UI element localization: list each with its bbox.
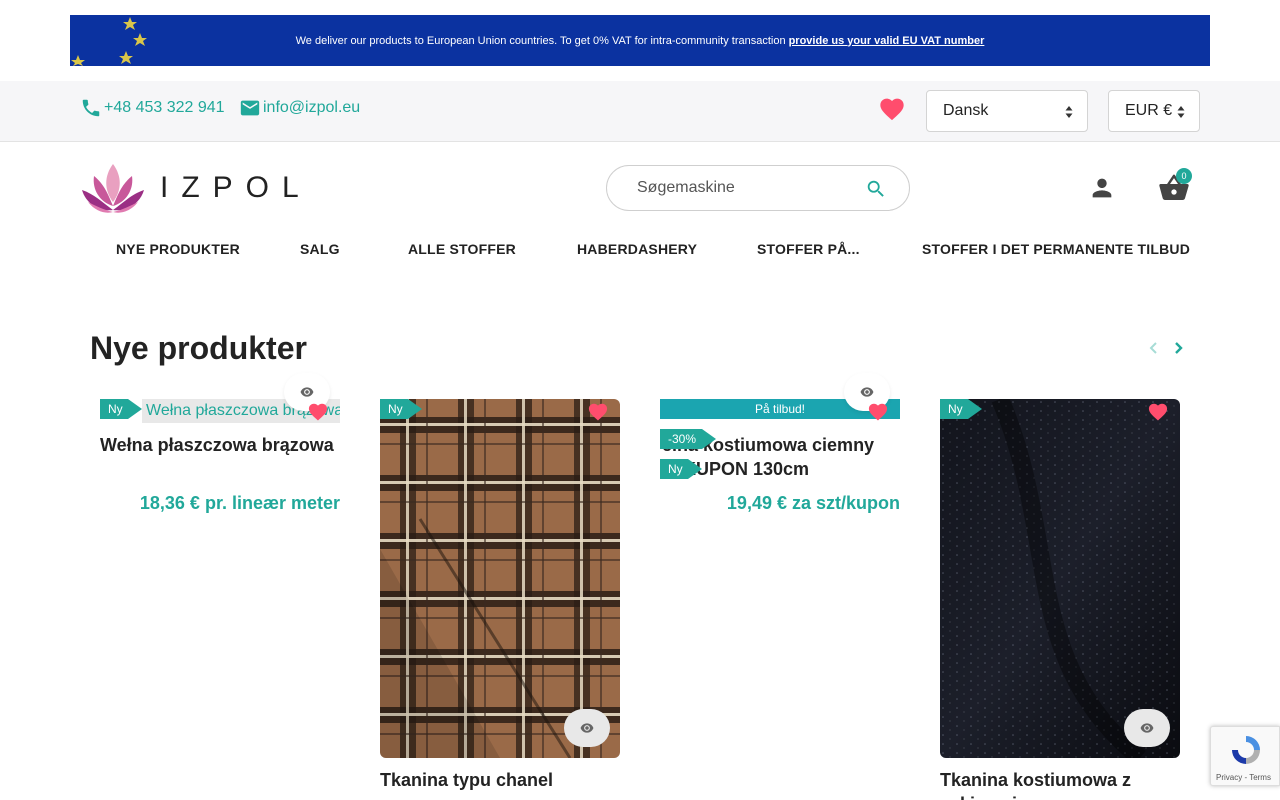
- eye-icon: [580, 723, 594, 733]
- product-title[interactable]: Wełna płaszczowa brązowa: [100, 433, 350, 457]
- chevron-right-icon: [1175, 342, 1183, 354]
- eye-icon: [300, 387, 314, 397]
- discount-badge: -30%: [660, 429, 716, 449]
- menu-item-all-fabrics[interactable]: ALLE STOFFER: [408, 241, 516, 257]
- lotus-logo-icon: [82, 164, 144, 213]
- heart-icon: [880, 98, 904, 121]
- language-value: Dansk: [943, 102, 989, 119]
- phone-number: +48 453 322 941: [104, 99, 225, 116]
- currency-select[interactable]: EUR €: [1108, 90, 1200, 132]
- add-to-wishlist-button[interactable]: [307, 401, 329, 426]
- chevron-left-icon: [1149, 342, 1157, 354]
- product-title[interactable]: Tkanina kostiumowa z cekinami czarna: [940, 768, 1190, 800]
- contact-bar: +48 453 322 941 info@izpol.eu Dansk EUR …: [0, 81, 1280, 142]
- black-sequin-fabric-image: [940, 399, 1180, 758]
- quick-view-button[interactable]: [1124, 709, 1170, 747]
- new-badge: Ny: [380, 399, 422, 419]
- section-title: Nye produkter: [90, 330, 307, 366]
- site-logo[interactable]: IZPOL: [80, 162, 312, 214]
- user-icon: [1092, 178, 1112, 198]
- cart-button[interactable]: 0: [1157, 168, 1192, 209]
- product-price: 19,49 € za szt/kupon: [726, 493, 900, 513]
- recaptcha-links[interactable]: Privacy - Terms: [1216, 773, 1271, 782]
- phone-contact[interactable]: +48 453 322 941: [80, 97, 225, 119]
- plaid-fabric-image: [380, 399, 620, 758]
- new-badge: Ny: [100, 399, 142, 419]
- search-icon: [867, 180, 884, 197]
- menu-item-haberdashery[interactable]: HABERDASHERY: [577, 241, 697, 257]
- select-arrows-icon: [1065, 106, 1073, 118]
- heart-icon: [868, 403, 888, 421]
- menu-item-permanent-offer[interactable]: STOFFER I DET PERMANENTE TILBUD: [922, 241, 1190, 257]
- heart-icon: [308, 403, 328, 421]
- carousel-prev-button[interactable]: [1146, 340, 1162, 361]
- product-title[interactable]: Tkanina typu chanel: [380, 768, 630, 792]
- eye-icon: [1140, 723, 1154, 733]
- menu-item-new-products[interactable]: NYE PRODUKTER: [116, 241, 240, 257]
- menu-item-sale[interactable]: SALG: [300, 241, 340, 257]
- eu-stars-icon: [71, 17, 147, 66]
- heart-icon: [1148, 403, 1168, 421]
- select-arrows-icon: [1177, 106, 1185, 118]
- wishlist-button[interactable]: [878, 95, 906, 126]
- recaptcha-icon: [1232, 736, 1260, 764]
- add-to-wishlist-button[interactable]: [1147, 401, 1169, 426]
- product-image[interactable]: [380, 399, 620, 758]
- vat-number-link[interactable]: provide us your valid EU VAT number: [789, 35, 985, 47]
- new-badge: Ny: [660, 459, 702, 479]
- language-select[interactable]: Dansk: [926, 90, 1088, 132]
- currency-value: EUR €: [1125, 102, 1173, 119]
- add-to-wishlist-button[interactable]: [867, 401, 889, 426]
- search-box: [606, 165, 910, 211]
- email-address: info@izpol.eu: [263, 99, 361, 116]
- add-to-wishlist-button[interactable]: [587, 401, 609, 426]
- email-contact[interactable]: info@izpol.eu: [239, 97, 360, 119]
- quick-view-button[interactable]: [564, 709, 610, 747]
- phone-icon: [82, 99, 100, 117]
- menu-item-fabrics-on[interactable]: STOFFER PÅ...: [757, 241, 860, 257]
- product-image[interactable]: [940, 399, 1180, 758]
- main-menu: NYE PRODUKTER SALG ALLE STOFFER HABERDAS…: [0, 241, 1280, 259]
- new-badge: Ny: [940, 399, 982, 419]
- heart-icon: [588, 403, 608, 421]
- cart-count-badge: 0: [1176, 168, 1192, 184]
- carousel-next-button[interactable]: [1170, 340, 1186, 361]
- search-button[interactable]: [865, 178, 887, 205]
- mail-icon: [240, 100, 260, 116]
- eye-icon: [860, 387, 874, 397]
- recaptcha-badge[interactable]: Privacy - Terms: [1210, 726, 1280, 786]
- eu-vat-banner: We deliver our products to European Unio…: [70, 15, 1210, 66]
- search-input[interactable]: [637, 179, 857, 197]
- product-price: 18,36 € pr. lineær meter: [139, 493, 340, 513]
- logo-text: IZPOL: [160, 171, 312, 204]
- banner-text: We deliver our products to European Unio…: [295, 34, 786, 47]
- account-button[interactable]: [1088, 174, 1116, 207]
